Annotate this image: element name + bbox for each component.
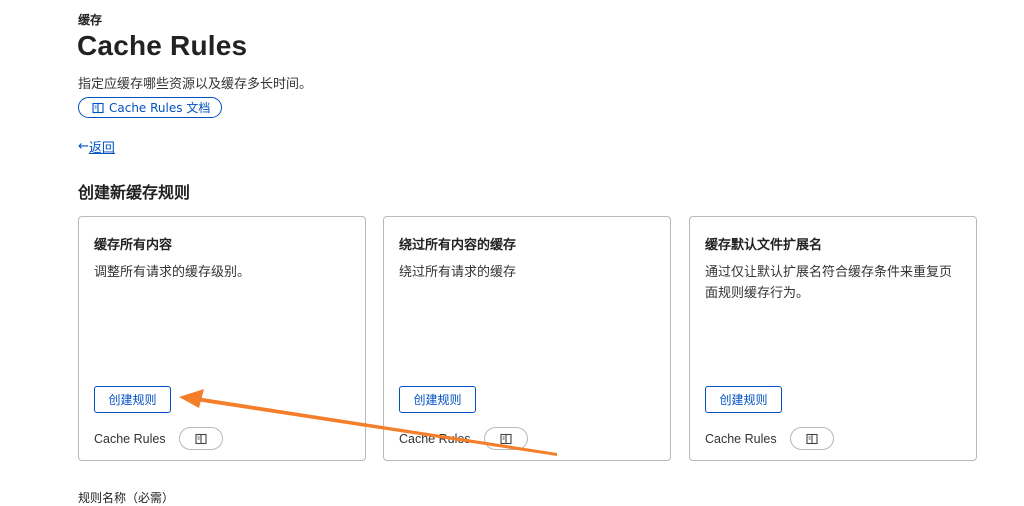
card-footer-label: Cache Rules xyxy=(399,431,471,446)
card-description: 调整所有请求的缓存级别。 xyxy=(94,265,251,280)
page-title: Cache Rules xyxy=(77,30,248,61)
create-rule-button[interactable]: 创建规则 xyxy=(94,386,171,413)
back-link-label: 返回 xyxy=(88,141,115,156)
card-footer-label: Cache Rules xyxy=(705,431,777,446)
template-card-default-extensions: 缓存默认文件扩展名 通过仅让默认扩展名符合缓存条件来重复页面规则缓存行为。 创建… xyxy=(689,216,977,461)
page-description: 指定应缓存哪些资源以及缓存多长时间。 xyxy=(78,77,313,92)
book-open-icon xyxy=(195,433,207,444)
template-card-bypass-cache: 绕过所有内容的缓存 绕过所有请求的缓存 创建规则 Cache Rules xyxy=(383,216,671,461)
docs-link-label: Cache Rules 文档 xyxy=(109,101,211,115)
docs-button[interactable] xyxy=(789,427,834,450)
docs-button[interactable] xyxy=(178,427,223,450)
docs-button[interactable] xyxy=(483,427,528,450)
create-rule-button[interactable]: 创建规则 xyxy=(705,386,782,413)
template-card-cache-everything: 缓存所有内容 调整所有请求的缓存级别。 创建规则 Cache Rules xyxy=(78,216,366,461)
left-arrow-icon: ← xyxy=(78,139,89,154)
back-link[interactable]: ← 返回 xyxy=(78,137,115,156)
book-open-icon xyxy=(500,433,512,444)
card-title: 绕过所有内容的缓存 xyxy=(399,238,517,253)
page-eyebrow: 缓存 xyxy=(78,13,103,27)
create-rule-button[interactable]: 创建规则 xyxy=(399,386,476,413)
card-description: 绕过所有请求的缓存 xyxy=(399,265,517,280)
book-open-icon xyxy=(806,433,818,444)
card-footer-label: Cache Rules xyxy=(94,431,166,446)
card-description: 通过仅让默认扩展名符合缓存条件来重复页面规则缓存行为。 xyxy=(705,265,953,301)
card-footer: Cache Rules xyxy=(399,427,528,450)
section-title: 创建新缓存规则 xyxy=(78,183,191,202)
card-footer: Cache Rules xyxy=(705,427,834,450)
rule-name-field-label: 规则名称（必需） xyxy=(78,491,175,505)
card-footer: Cache Rules xyxy=(94,427,223,450)
card-title: 缓存所有内容 xyxy=(94,238,173,253)
book-open-icon xyxy=(92,102,104,114)
cache-rules-docs-link[interactable]: Cache Rules 文档 xyxy=(78,97,223,118)
card-title: 缓存默认文件扩展名 xyxy=(705,238,823,253)
